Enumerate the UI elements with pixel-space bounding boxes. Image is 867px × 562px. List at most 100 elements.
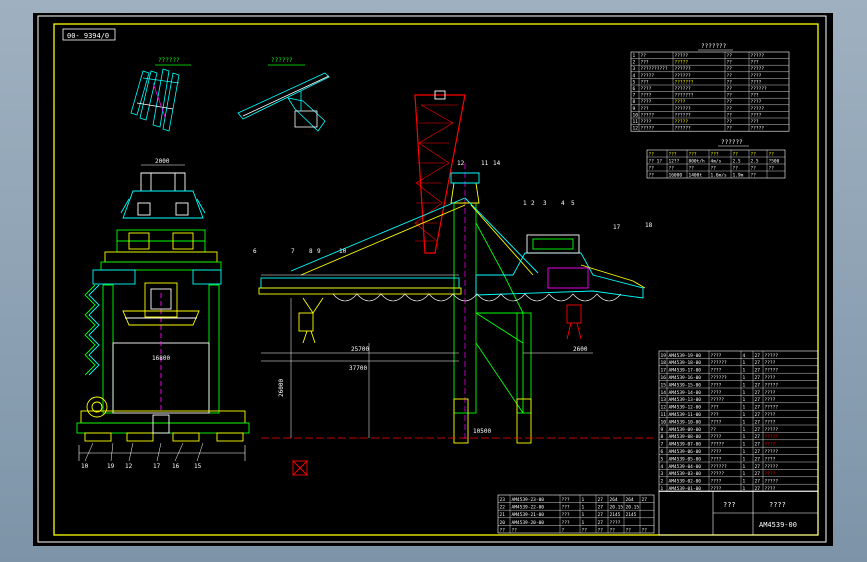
parts-cell: 14	[661, 390, 667, 396]
parts-cell: ?????	[711, 442, 725, 448]
rev-cell: 2145	[626, 512, 637, 518]
spec-cell: ????	[751, 79, 762, 85]
parts-cell: ????	[765, 442, 776, 448]
spec-cell: ?????	[641, 112, 655, 118]
parts-cell: ????	[765, 419, 776, 425]
parts-cell: 27	[755, 419, 761, 425]
sketch-label-2: ??????	[271, 57, 293, 64]
parts-cell: 1	[743, 479, 746, 485]
parts-cell: ????	[765, 390, 776, 396]
rev-cell: 264	[610, 497, 618, 503]
parts-cell: 1	[743, 434, 746, 440]
side-callout-10: 2	[531, 200, 535, 207]
param-cell: ??	[769, 165, 775, 171]
parts-cell: 13	[661, 397, 667, 403]
rev-cell: ?	[562, 527, 565, 533]
parts-cell: 9	[661, 427, 664, 433]
rev-cell: 264	[626, 497, 634, 503]
spec-cell: ??	[727, 106, 733, 112]
rev-cell: ??	[598, 527, 604, 533]
parts-cell: 1	[743, 375, 746, 381]
parts-cell: 2	[661, 479, 664, 485]
spec-cell: ??????	[751, 86, 768, 92]
cad-viewer-window: 00- 9394/0 ?????? ?????? 2000 16800 10 1…	[0, 0, 867, 562]
spec-cell: ??????	[675, 73, 692, 79]
dim-left-mid: 16800	[152, 355, 170, 362]
param-cell: ??	[649, 165, 655, 171]
spec-cell: ????	[751, 73, 762, 79]
spec-cell: ??	[727, 119, 733, 125]
spec-cell: ??	[727, 79, 733, 85]
param-cell: 1.6m/s	[711, 172, 728, 178]
rev-cell: 1	[582, 520, 585, 526]
parts-cell: 12	[661, 405, 667, 411]
param-cell: ??	[649, 151, 655, 157]
param-cell: ?500	[769, 158, 780, 164]
rev-cell: ???	[562, 512, 570, 518]
parts-cell: ????	[711, 390, 722, 396]
parts-cell: 10	[661, 419, 667, 425]
rev-cell: 23	[500, 497, 506, 503]
rev-cell: 27	[598, 520, 604, 526]
rev-cell: AM4539-22-00	[512, 505, 545, 511]
spec-cell: ???	[641, 60, 649, 66]
parts-cell: ?????	[765, 427, 779, 433]
spec-cell: ??	[727, 93, 733, 99]
parts-cell: ????	[765, 471, 776, 477]
parts-cell: AM4539-10-00	[669, 419, 702, 425]
inner-border	[53, 23, 819, 536]
parts-cell: AM4539-09-00	[669, 427, 702, 433]
parts-cell: ??????	[711, 360, 728, 366]
spec-cell: 4	[633, 73, 636, 79]
rev-cell: AM4539-23-00	[512, 497, 545, 503]
parts-cell: ?????	[765, 353, 779, 359]
spec-cell: ?????	[675, 60, 689, 66]
param-cell: ??	[769, 151, 775, 157]
sketch-bucket-arms: ??????	[130, 57, 191, 132]
parts-cell: 7	[661, 442, 664, 448]
parts-cell: ?????	[711, 471, 725, 477]
param-cell: 16000	[669, 172, 683, 178]
side-callout-13: 5	[571, 200, 575, 207]
rev-cell: 21	[500, 512, 506, 518]
parts-cell: 27	[755, 375, 761, 381]
parts-cell: ?????	[765, 479, 779, 485]
spec-cell: ??????????	[641, 66, 668, 72]
parts-cell: ????	[711, 368, 722, 374]
param-cell: 2.5	[751, 158, 759, 164]
parts-cell: 27	[755, 464, 761, 470]
spec-cell: 6	[633, 86, 636, 92]
rev-cell: 1	[582, 497, 585, 503]
spec-cell: ?????	[751, 66, 765, 72]
param-cell: ??	[711, 165, 717, 171]
spec-cell: ?????	[675, 53, 689, 59]
parts-cell: 27	[755, 405, 761, 411]
parts-cell: 1	[743, 464, 746, 470]
parts-cell: ????	[711, 449, 722, 455]
spec-cell: ?????	[751, 126, 765, 132]
front-view-drawing: 2000 16800	[76, 158, 250, 461]
drawing-canvas[interactable]: 00- 9394/0 ?????? ?????? 2000 16800 10 1…	[33, 13, 833, 546]
parts-cell: AM4539-13-00	[669, 397, 702, 403]
parts-cell: AM4539-03-00	[669, 471, 702, 477]
rev-cell: ???	[562, 497, 570, 503]
side-view-drawing: 25700 37700 2600 26000 10500	[258, 90, 653, 476]
parts-cell: 27	[755, 353, 761, 359]
spec-cell: 9	[633, 106, 636, 112]
front-callout-5: 16	[172, 463, 180, 470]
parts-cell: 18	[661, 360, 667, 366]
front-callout-4: 17	[153, 463, 161, 470]
revision-table: 23 AM4539-23-00??? 1 27 264 264 2722 AM4539-22-…	[497, 494, 655, 533]
side-callout-7: 11	[481, 160, 489, 167]
spec-cell: ??	[727, 112, 733, 118]
param-cell: ??	[733, 165, 739, 171]
parts-cell: 27	[755, 368, 761, 374]
parts-cell: ???	[711, 412, 719, 418]
front-callout-1: 10	[81, 463, 89, 470]
parts-list-table: 19 AM4539-19-00???? 4 27 ?????18 AM4539-18-00…	[658, 350, 819, 492]
parts-cell: 4	[743, 353, 746, 359]
param-cell: ??	[669, 165, 675, 171]
param-cell: ???	[689, 151, 697, 157]
title-block-name2: ???	[723, 501, 736, 509]
parts-cell: AM4539-12-00	[669, 405, 702, 411]
